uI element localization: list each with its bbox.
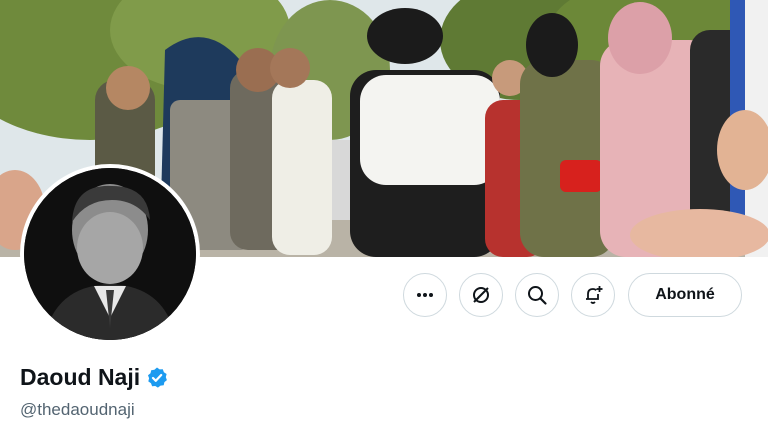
more-button[interactable] — [403, 273, 447, 317]
grok-icon — [470, 284, 492, 306]
following-button[interactable]: Abonné — [628, 273, 742, 317]
profile-name-row: Daoud Naji — [20, 364, 169, 391]
verified-badge-icon[interactable] — [145, 366, 169, 390]
search-button[interactable] — [515, 273, 559, 317]
grok-button[interactable] — [459, 273, 503, 317]
search-icon — [526, 284, 548, 306]
profile-actions: Abonné — [0, 273, 768, 319]
more-dots-icon — [415, 285, 435, 305]
notifications-button[interactable] — [571, 273, 615, 317]
display-name: Daoud Naji — [20, 364, 141, 390]
bell-plus-icon — [582, 284, 604, 306]
user-handle: @thedaoudnaji — [20, 400, 135, 419]
